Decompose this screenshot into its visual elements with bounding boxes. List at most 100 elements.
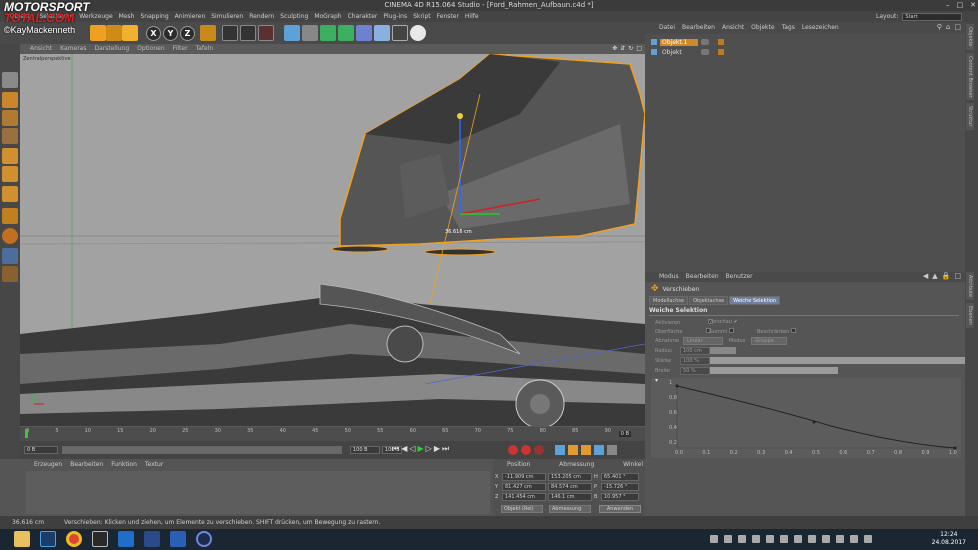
- prev-key-icon[interactable]: ◀: [401, 444, 407, 454]
- dock-tab[interactable]: Objekte: [966, 24, 974, 50]
- menu-item[interactable]: Snapping: [140, 11, 168, 22]
- radius-field[interactable]: 100 cm: [680, 347, 710, 355]
- object-row[interactable]: Objekt.1: [651, 37, 951, 47]
- object-manager-menu-item[interactable]: Datei: [659, 24, 675, 31]
- outlook-icon[interactable]: [118, 531, 134, 547]
- tray-icon[interactable]: [822, 535, 830, 543]
- position-key-icon[interactable]: [555, 445, 565, 455]
- position-field[interactable]: -11.909 cm: [502, 473, 546, 481]
- dock-tab[interactable]: Struktur: [966, 103, 974, 130]
- apply-button[interactable]: Anwenden: [599, 505, 641, 513]
- edges-mode-icon[interactable]: [2, 166, 18, 182]
- menu-item[interactable]: Mesh: [119, 11, 135, 22]
- floor-icon[interactable]: [374, 25, 390, 41]
- goto-start-icon[interactable]: ⏮: [392, 444, 399, 454]
- lock-icon[interactable]: 🔒: [942, 272, 951, 280]
- size-field[interactable]: 146.1 cm: [548, 493, 592, 501]
- tray-icon[interactable]: [836, 535, 844, 543]
- attribute-tab[interactable]: Objektachse: [689, 296, 729, 305]
- timeline-ruler[interactable]: 051015202530354045505560657075808590 0 B: [20, 427, 645, 441]
- play-icon[interactable]: ▶: [418, 444, 424, 454]
- search-icon[interactable]: ⚲: [937, 23, 942, 31]
- visibility-toggle-icon[interactable]: [701, 49, 709, 55]
- back-icon[interactable]: ◀: [923, 272, 928, 280]
- z-axis-lock-button[interactable]: Z: [180, 26, 195, 41]
- tray-icon[interactable]: [710, 535, 718, 543]
- word-icon[interactable]: [170, 531, 186, 547]
- viewport-menu-item[interactable]: Optionen: [137, 44, 165, 54]
- timeline-current-frame[interactable]: [25, 429, 28, 438]
- home-icon[interactable]: ⌂: [946, 23, 950, 31]
- workplane-lock-icon[interactable]: [2, 248, 18, 264]
- maximize-view-icon[interactable]: □: [636, 45, 642, 52]
- scale-key-icon[interactable]: [581, 445, 591, 455]
- points-mode-icon[interactable]: [2, 148, 18, 164]
- snapping-icon[interactable]: [2, 228, 18, 244]
- workplane-icon[interactable]: [2, 128, 18, 144]
- object-manager-menu-item[interactable]: Objekte: [751, 24, 774, 31]
- object-row[interactable]: Objekt: [651, 47, 951, 57]
- new-window-icon[interactable]: □: [954, 272, 961, 280]
- object-manager-menu-item[interactable]: Tags: [782, 24, 795, 31]
- attribute-manager-menu-item[interactable]: Modus: [659, 273, 679, 280]
- photoshop-icon[interactable]: [40, 531, 56, 547]
- object-name[interactable]: Objekt.1: [660, 38, 698, 46]
- attribute-tab[interactable]: Weiche Selektion: [729, 296, 781, 305]
- axis-mode-icon[interactable]: [2, 208, 18, 224]
- close-icon[interactable]: ✕: [970, 0, 976, 11]
- vorschau-checkbox[interactable]: ✓: [734, 319, 738, 325]
- deformer-icon[interactable]: [356, 25, 372, 41]
- radius-slider[interactable]: [710, 347, 965, 354]
- rotation-field[interactable]: 65.401 °: [601, 473, 639, 481]
- falloff-graph[interactable]: ▾ 1 0.8 0.6 0.4 0.2 0.0 0.1 0.2 0.3 0.4 0.5 0.6 0.7…: [651, 377, 961, 458]
- size-mode-dropdown[interactable]: Abmessung: [549, 505, 591, 513]
- size-field[interactable]: 153.205 cm: [548, 473, 592, 481]
- x-axis-lock-button[interactable]: X: [146, 26, 161, 41]
- object-manager-menu-item[interactable]: Ansicht: [722, 24, 744, 31]
- menu-item[interactable]: Hilfe: [465, 11, 479, 22]
- viewport-menu-item[interactable]: Kameras: [60, 44, 86, 54]
- light-icon[interactable]: [410, 25, 426, 41]
- viewport-menu-item[interactable]: Filter: [173, 44, 188, 54]
- tray-icon[interactable]: [794, 535, 802, 543]
- subdivision-icon[interactable]: [320, 25, 336, 41]
- new-view-icon[interactable]: □: [954, 23, 961, 31]
- menu-item[interactable]: Animieren: [175, 11, 206, 22]
- 3d-viewport[interactable]: Zentralperspektive 36.616 cm: [20, 54, 645, 426]
- cinema4d-active-icon[interactable]: [196, 531, 212, 547]
- taskbar-clock[interactable]: 12:24 24.08.2017: [932, 531, 966, 547]
- pen-spline-icon[interactable]: [302, 25, 318, 41]
- goto-end-icon[interactable]: ⏭: [442, 444, 449, 454]
- camera-icon[interactable]: [392, 25, 408, 41]
- dock-tab[interactable]: Attribute: [966, 272, 974, 301]
- model-mode-icon[interactable]: [2, 92, 18, 108]
- solo-icon[interactable]: [2, 266, 18, 282]
- tray-icon[interactable]: [766, 535, 774, 543]
- coord-mode-dropdown[interactable]: Objekt (Rel): [501, 505, 543, 513]
- phong-tag-icon[interactable]: [718, 49, 724, 55]
- breite-field[interactable]: 50 %: [680, 367, 710, 375]
- array-icon[interactable]: [338, 25, 354, 41]
- render-view-icon[interactable]: [222, 25, 238, 41]
- tray-icon[interactable]: [724, 535, 732, 543]
- keyframe-selection-icon[interactable]: [534, 445, 544, 455]
- dock-tab[interactable]: Content Browser: [966, 52, 974, 101]
- material-manager-menu-item[interactable]: Bearbeiten: [70, 461, 103, 468]
- make-editable-icon[interactable]: [2, 72, 18, 88]
- maximize-icon[interactable]: □: [957, 0, 964, 11]
- up-icon[interactable]: ▲: [932, 272, 937, 280]
- size-field[interactable]: 84.574 cm: [548, 483, 592, 491]
- viewport-menu-item[interactable]: Tafeln: [196, 44, 214, 54]
- position-field[interactable]: 81.427 cm: [502, 483, 546, 491]
- next-key-icon[interactable]: ▶: [434, 444, 440, 454]
- viewport-menu-item[interactable]: Ansicht: [30, 44, 52, 54]
- tray-icon[interactable]: [752, 535, 760, 543]
- menu-item[interactable]: Skript: [413, 11, 431, 22]
- polygons-mode-icon[interactable]: [2, 186, 18, 202]
- menu-item[interactable]: Sculpting: [280, 11, 308, 22]
- cinema4d-icon[interactable]: [144, 531, 160, 547]
- menu-item[interactable]: MoGraph: [314, 11, 341, 22]
- rotation-key-icon[interactable]: [568, 445, 578, 455]
- menu-item[interactable]: Rendern: [249, 11, 274, 22]
- object-manager-menu-item[interactable]: Bearbeiten: [682, 24, 715, 31]
